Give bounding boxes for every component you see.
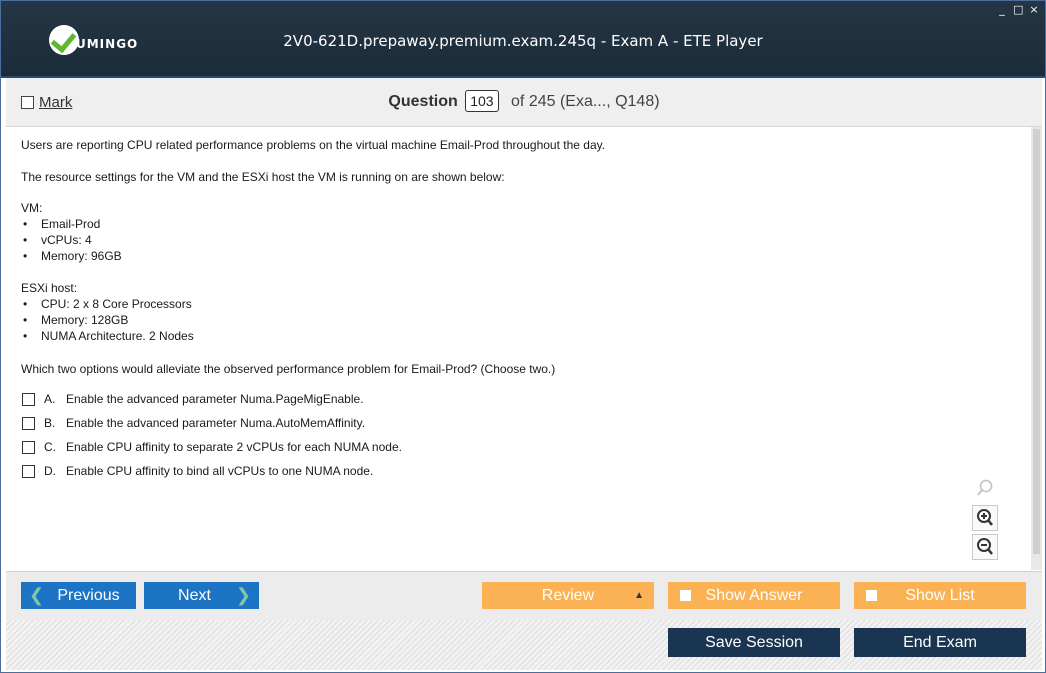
- option-text: Enable CPU affinity to separate 2 vCPUs …: [66, 440, 402, 454]
- question-label: Question: [388, 93, 458, 110]
- answer-option-c[interactable]: C. Enable CPU affinity to separate 2 vCP…: [22, 439, 402, 455]
- option-letter: A.: [44, 392, 56, 406]
- host-list: CPU: 2 x 8 Core Processors Memory: 128GB…: [21, 296, 194, 344]
- question-prompt: Which two options would alleviate the ob…: [21, 362, 556, 376]
- question-content: Users are reporting CPU related performa…: [6, 127, 1030, 570]
- caret-up-icon: ▲: [634, 590, 644, 601]
- zoom-in-icon[interactable]: [972, 505, 998, 531]
- option-text: Enable the advanced parameter Numa.PageM…: [66, 392, 364, 406]
- option-checkbox[interactable]: [22, 464, 35, 478]
- window-title: 2V0-621D.prepaway.premium.exam.245q - Ex…: [283, 32, 763, 50]
- option-checkbox[interactable]: [22, 416, 35, 430]
- option-letter: B.: [44, 416, 56, 430]
- show-answer-label: Show Answer: [705, 586, 803, 604]
- option-checkbox[interactable]: [22, 440, 35, 454]
- chevron-left-icon: ❮: [29, 585, 45, 605]
- question-number-input[interactable]: 103: [465, 90, 499, 112]
- list-item: Memory: 96GB: [21, 248, 122, 264]
- zoom-out-icon[interactable]: [972, 534, 998, 560]
- previous-button[interactable]: ❮ Previous: [21, 582, 136, 609]
- question-toolbar: Mark Question 103 of 245 (Exa..., Q148): [6, 78, 1042, 127]
- save-session-label: Save Session: [705, 633, 803, 651]
- show-list-button[interactable]: Show List: [854, 582, 1026, 609]
- search-icon[interactable]: [972, 475, 998, 501]
- show-list-checkbox[interactable]: [866, 590, 877, 601]
- question-intro-1: Users are reporting CPU related performa…: [21, 138, 606, 152]
- maximize-icon[interactable]: □: [1013, 4, 1023, 15]
- save-session-button[interactable]: Save Session: [668, 628, 840, 657]
- app-window: UMINGO 2V0-621D.prepaway.premium.exam.24…: [0, 0, 1046, 673]
- list-item: Memory: 128GB: [21, 312, 194, 328]
- option-text: Enable the advanced parameter Numa.AutoM…: [66, 416, 366, 430]
- navigation-bar: ❮ Previous Next ❯ Review ▲ Show Answer S…: [6, 571, 1042, 620]
- option-letter: D.: [44, 464, 56, 478]
- next-label: Next: [178, 586, 211, 604]
- show-list-label: Show List: [905, 586, 975, 604]
- vertical-scrollbar[interactable]: [1031, 127, 1042, 570]
- title-bar: UMINGO 2V0-621D.prepaway.premium.exam.24…: [1, 1, 1045, 78]
- session-bar: Save Session End Exam: [6, 620, 1042, 670]
- list-item: vCPUs: 4: [21, 232, 122, 248]
- window-controls: _ □ ×: [997, 4, 1039, 15]
- next-button[interactable]: Next ❯: [144, 582, 259, 609]
- previous-label: Previous: [57, 586, 120, 604]
- list-item: CPU: 2 x 8 Core Processors: [21, 296, 194, 312]
- review-label: Review: [541, 586, 595, 604]
- end-exam-button[interactable]: End Exam: [854, 628, 1026, 657]
- list-item: Email-Prod: [21, 216, 122, 232]
- vm-heading: VM:: [21, 201, 43, 215]
- answer-option-b[interactable]: B. Enable the advanced parameter Numa.Au…: [22, 415, 365, 431]
- question-count: of 245 (Exa..., Q148): [511, 93, 660, 110]
- scrollbar-thumb[interactable]: [1033, 129, 1040, 554]
- close-icon[interactable]: ×: [1029, 4, 1039, 15]
- question-intro-2: The resource settings for the VM and the…: [21, 170, 505, 184]
- list-item: NUMA Architecture. 2 Nodes: [21, 328, 194, 344]
- option-letter: C.: [44, 440, 56, 454]
- option-checkbox[interactable]: [22, 392, 35, 406]
- show-answer-button[interactable]: Show Answer: [668, 582, 840, 609]
- show-answer-checkbox[interactable]: [680, 590, 691, 601]
- host-heading: ESXi host:: [21, 281, 78, 295]
- end-exam-label: End Exam: [903, 633, 977, 651]
- review-button[interactable]: Review ▲: [482, 582, 654, 609]
- option-text: Enable CPU affinity to bind all vCPUs to…: [66, 464, 374, 478]
- answer-option-d[interactable]: D. Enable CPU affinity to bind all vCPUs…: [22, 463, 373, 479]
- chevron-right-icon: ❯: [235, 585, 251, 605]
- question-navigator: Question 103 of 245 (Exa..., Q148): [6, 90, 1042, 112]
- vm-list: Email-Prod vCPUs: 4 Memory: 96GB: [21, 216, 122, 264]
- minimize-icon[interactable]: _: [997, 4, 1007, 15]
- answer-option-a[interactable]: A. Enable the advanced parameter Numa.Pa…: [22, 391, 364, 407]
